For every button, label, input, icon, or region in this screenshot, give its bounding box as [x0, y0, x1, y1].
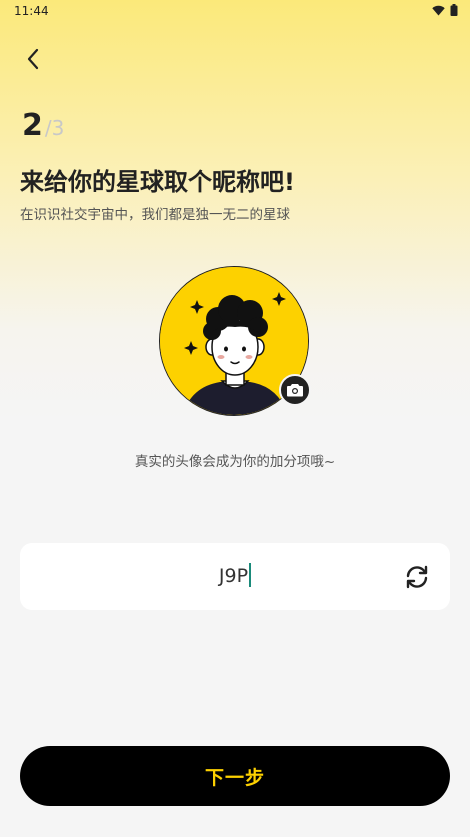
- camera-icon: [287, 384, 303, 397]
- page-title: 来给你的星球取个昵称吧!: [20, 168, 295, 196]
- wifi-icon: [432, 5, 445, 15]
- status-bar: 11:44: [0, 0, 470, 22]
- next-button[interactable]: 下一步: [20, 746, 450, 806]
- status-icons: [432, 4, 458, 16]
- step-current: 2: [22, 108, 43, 143]
- avatar-hint: 真实的头像会成为你的加分项哦~: [134, 454, 336, 470]
- nickname-field[interactable]: J9P: [20, 543, 450, 610]
- refresh-nickname-button[interactable]: [402, 562, 432, 592]
- nickname-input[interactable]: J9P: [20, 562, 450, 587]
- chevron-left-icon: [27, 48, 39, 70]
- text-caret: [249, 562, 252, 587]
- step-indicator: 2 /3: [22, 108, 64, 143]
- step-total: /3: [44, 116, 65, 140]
- nickname-value: J9P: [218, 565, 249, 587]
- back-button[interactable]: [18, 44, 48, 74]
- page-subtitle: 在识识社交宇宙中，我们都是独一无二的星球: [20, 207, 290, 223]
- camera-button[interactable]: [279, 374, 311, 406]
- refresh-icon: [406, 565, 428, 589]
- status-time: 11:44: [14, 4, 49, 18]
- battery-icon: [450, 4, 458, 16]
- avatar-picker[interactable]: [159, 266, 311, 418]
